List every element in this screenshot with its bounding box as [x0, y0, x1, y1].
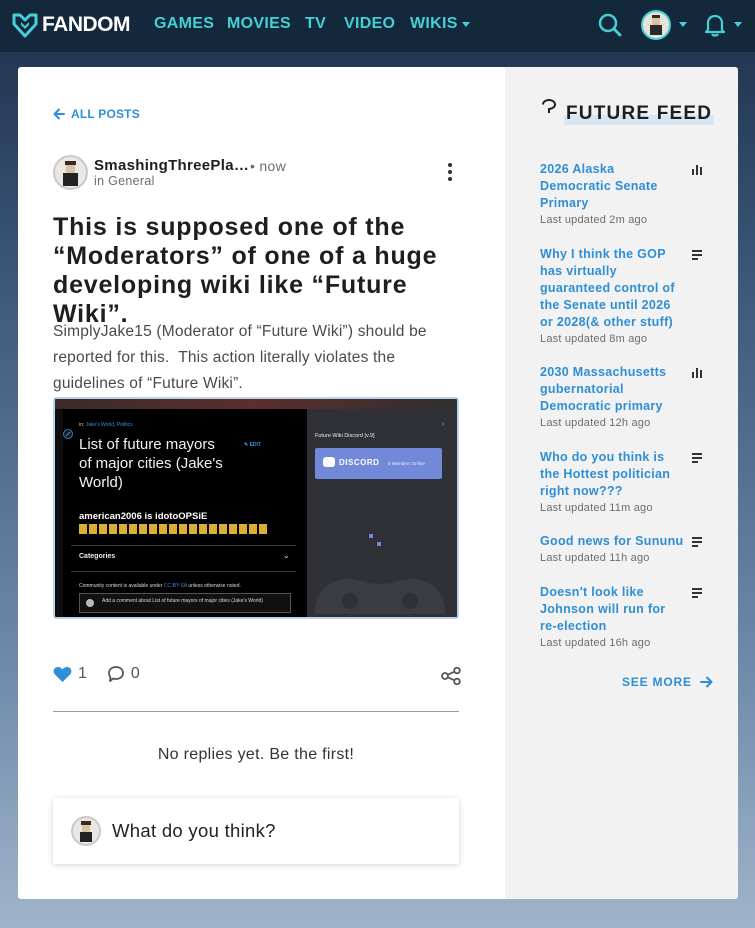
user-menu-chevron-down-icon[interactable]: [679, 22, 687, 27]
post-title: This is supposed one of the “Moderators”…: [53, 213, 438, 328]
embed-edit-button: ✎ EDIT: [244, 442, 261, 448]
feed-item[interactable]: Why I think the GOP has virtually guaran…: [540, 246, 705, 347]
poll-icon: [692, 165, 702, 175]
arrow-left-icon: [53, 108, 65, 120]
feed-item-meta: Last updated 16h ago: [540, 637, 651, 649]
pencil-icon: [63, 429, 73, 439]
feed-bubble-icon: [540, 97, 558, 122]
embed-chevron-down-icon: ⌄: [283, 551, 290, 560]
embed-tags: in: Jake's World, Politics: [79, 422, 133, 428]
notifications-bell-icon[interactable]: [703, 12, 727, 43]
feed-item[interactable]: Doesn't look like Johnson will run for r…: [540, 584, 705, 651]
embed-tag-prefix: in:: [79, 422, 85, 428]
discord-online: 0 Members Online: [388, 461, 425, 466]
feed-item-meta: Last updated 2m ago: [540, 214, 648, 226]
post-reactions: 1 0: [53, 665, 160, 683]
reply-input[interactable]: What do you think?: [53, 798, 459, 864]
text-post-icon: [692, 250, 702, 260]
embed-article-title: List of future mayors of major cities (J…: [79, 436, 223, 491]
embed-comment-text: american2006 is idotoOPSiE: [79, 511, 208, 522]
embed-chevron-right-icon: ›: [442, 421, 445, 428]
post-body: SimplyJake15 (Moderator of “Future Wiki”…: [53, 323, 432, 392]
feed-item-meta: Last updated 12h ago: [540, 417, 651, 429]
embed-discord-title: Future Wiki Discord [v.9]: [315, 433, 375, 439]
feed-item-title[interactable]: 2026 Alaska Democratic Senate Primary: [540, 161, 675, 212]
feed-item[interactable]: Who do you think is the Hottest politici…: [540, 449, 705, 516]
feed-item[interactable]: Good news for Sununu Last updated 11h ag…: [540, 533, 705, 566]
discord-widget: DISCORD 0 Members Online: [315, 448, 442, 479]
embed-banner: [55, 399, 457, 409]
see-more-link[interactable]: SEE MORE: [622, 675, 713, 689]
divider: [53, 711, 459, 712]
feed-item-meta: Last updated 11m ago: [540, 502, 653, 514]
future-feed-panel: FUTURE FEED 2026 Alaska Democratic Senat…: [505, 67, 738, 899]
feed-item-title[interactable]: Who do you think is the Hottest politici…: [540, 449, 675, 500]
embed-divider: [71, 571, 296, 572]
comment-icon[interactable]: [107, 665, 125, 683]
post-image[interactable]: in: Jake's World, Politics List of futur…: [53, 397, 459, 619]
search-icon[interactable]: [597, 12, 623, 43]
feed-item[interactable]: 2030 Massachusetts gubernatorial Democra…: [540, 364, 705, 431]
arrow-right-icon: [699, 676, 713, 688]
reply-count: 0: [130, 665, 140, 682]
feed-header: FUTURE FEED: [540, 99, 715, 126]
embed-dot: [369, 534, 373, 538]
heart-icon[interactable]: [53, 666, 72, 683]
feed-item-title[interactable]: 2030 Massachusetts gubernatorial Democra…: [540, 364, 675, 415]
more-options-icon[interactable]: [446, 163, 454, 183]
text-post-icon: [692, 537, 702, 547]
discord-watermark-icon: [315, 579, 445, 614]
nav-wikis[interactable]: WIKIS: [410, 15, 458, 33]
share-icon[interactable]: [441, 666, 461, 690]
nav-games[interactable]: GAMES: [154, 15, 214, 33]
post-category[interactable]: in General: [94, 174, 155, 188]
embed-dot: [377, 542, 381, 546]
wikis-chevron-down-icon: [462, 22, 470, 27]
post-timestamp: • now: [250, 158, 286, 174]
embed-license-link: CC-BY-SA: [163, 583, 187, 589]
fandom-logo-text: FANDOM: [42, 13, 131, 36]
all-posts-link[interactable]: ALL POSTS: [53, 107, 140, 121]
reply-avatar: [71, 816, 101, 846]
embed-edit-label: EDIT: [249, 442, 261, 448]
embed-divider: [71, 545, 296, 546]
like-count: 1: [78, 665, 87, 682]
embed-license-suffix: unless otherwise noted.: [188, 583, 241, 589]
all-posts-label: ALL POSTS: [71, 107, 140, 121]
feed-item-title[interactable]: Why I think the GOP has virtually guaran…: [540, 246, 675, 331]
nav-tv[interactable]: TV: [305, 15, 326, 33]
embed-license: Community content is available under CC-…: [79, 583, 241, 589]
embed-comment-input-text: Add a comment about List of future mayor…: [102, 598, 263, 604]
reply-placeholder: What do you think?: [112, 820, 276, 841]
embed-categories: Categories: [79, 553, 116, 560]
feed-item-meta: Last updated 8m ago: [540, 333, 648, 345]
no-replies-message: No replies yet. Be the first!: [157, 746, 355, 763]
feed-item[interactable]: 2026 Alaska Democratic Senate Primary La…: [540, 161, 705, 228]
nav-movies[interactable]: MOVIES: [227, 15, 291, 33]
poll-icon: [692, 368, 702, 378]
feed-item-title[interactable]: Doesn't look like Johnson will run for r…: [540, 584, 675, 635]
embed-license-prefix: Community content is available under: [79, 583, 163, 589]
text-post-icon: [692, 453, 702, 463]
post-card: ALL POSTS SmashingThreePlatypus • now in…: [18, 67, 738, 899]
fandom-heart-icon: [12, 13, 38, 38]
embed-avatar: [86, 599, 94, 607]
nav-video[interactable]: VIDEO: [344, 15, 395, 33]
author-name[interactable]: SmashingThreePlatypus: [94, 157, 254, 174]
feed-item-meta: Last updated 11h ago: [540, 552, 650, 564]
embed-tag-links: Jake's World, Politics: [85, 422, 133, 428]
embed-emoji-row: [79, 524, 269, 534]
notifications-chevron-down-icon[interactable]: [734, 22, 742, 27]
global-navigation: FANDOM GAMES MOVIES TV VIDEO WIKIS: [0, 0, 755, 52]
embed-comment-input: Add a comment about List of future mayor…: [79, 593, 291, 613]
fandom-logo[interactable]: FANDOM: [11, 11, 131, 39]
discord-logo-icon: [323, 457, 335, 467]
discord-label: DISCORD: [339, 458, 380, 467]
feed-item-title[interactable]: Good news for Sununu: [540, 533, 690, 550]
see-more-label: SEE MORE: [622, 675, 692, 689]
text-post-icon: [692, 588, 702, 598]
user-avatar[interactable]: [641, 10, 671, 40]
feed-title: FUTURE FEED: [564, 102, 715, 125]
author-avatar[interactable]: [53, 155, 88, 190]
